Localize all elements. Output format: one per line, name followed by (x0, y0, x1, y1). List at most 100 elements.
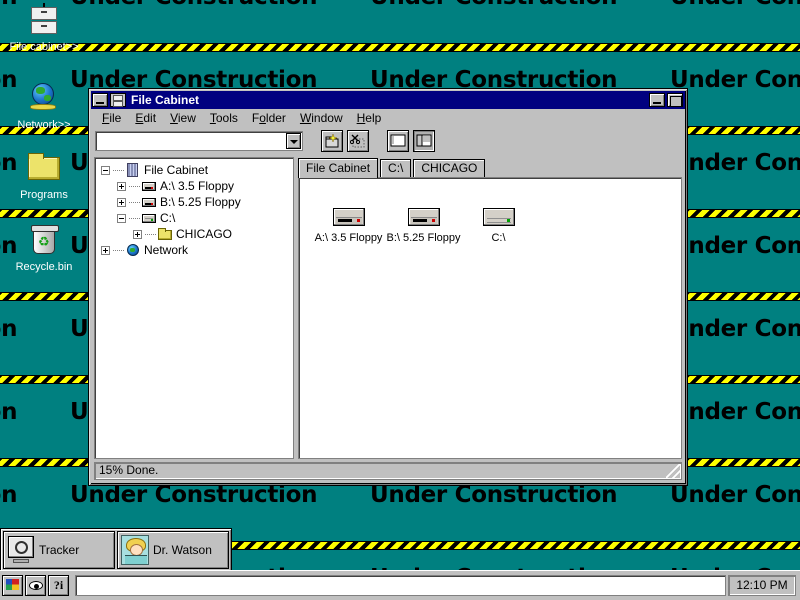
desktop-icon-label: Programs (0, 189, 88, 201)
tracker-monitor-icon (6, 535, 36, 565)
status-text: 15% Done. (99, 463, 158, 477)
start-flag-icon[interactable] (2, 575, 23, 596)
file-cabinet-icon (125, 163, 142, 177)
tree-item-a-3-5-floppy[interactable]: A:\ 3.5 Floppy (97, 178, 291, 194)
system-tray-bar[interactable]: ?i 12:10 PM (0, 570, 800, 600)
floppy-drive-icon (408, 208, 440, 226)
desktop-icon-programs[interactable]: Programs (0, 152, 88, 201)
wallpaper-text: Under Construction (670, 316, 800, 342)
tab-c[interactable]: C:\ (380, 159, 411, 177)
wallpaper-text: Under Construction (670, 399, 800, 425)
desktop-icon-file-cabinet[interactable]: File cabinet>> (0, 4, 88, 53)
desktop-icon-recycle-bin[interactable]: ♻Recycle.bin (0, 224, 88, 273)
hard-drive-icon (141, 211, 158, 225)
help-icon[interactable]: ?i (48, 575, 69, 596)
folder-tree-pane[interactable]: File CabinetA:\ 3.5 FloppyB:\ 5.25 Flopp… (94, 157, 294, 459)
expand-icon[interactable] (117, 198, 126, 207)
tree-connector (113, 250, 124, 251)
clock[interactable]: 12:10 PM (728, 575, 796, 596)
tray-input[interactable] (75, 575, 726, 596)
tree-item-b-5-25-floppy[interactable]: B:\ 5.25 Floppy (97, 194, 291, 210)
maximize-button[interactable] (667, 93, 683, 107)
expand-icon[interactable] (101, 246, 110, 255)
wallpaper-text: Under Construction (0, 399, 17, 425)
drive-icon-grid: A:\ 3.5 FloppyB:\ 5.25 FloppyC:\ (299, 178, 681, 245)
window-title: File Cabinet (131, 93, 649, 107)
menu-edit[interactable]: Edit (128, 109, 163, 127)
file-cabinet-icon (26, 4, 62, 38)
wallpaper-text: Under Construction (670, 233, 800, 259)
path-combo-box[interactable] (95, 131, 303, 151)
detail-view-button[interactable] (413, 130, 435, 152)
floppy-drive-icon (141, 195, 158, 209)
drive-item[interactable]: B:\ 5.25 Floppy (386, 208, 461, 245)
tree-item-network[interactable]: Network (97, 242, 291, 258)
file-cabinet-icon (110, 93, 126, 107)
menu-folder[interactable]: Folder (245, 109, 293, 127)
chevron-down-icon[interactable] (286, 133, 301, 149)
window-titlebar[interactable]: File Cabinet (91, 91, 685, 109)
resize-grip[interactable] (666, 464, 680, 478)
cut-button[interactable] (347, 130, 369, 152)
hard-drive-icon (483, 208, 515, 226)
globe-network-icon (26, 82, 62, 116)
expand-icon[interactable] (117, 182, 126, 191)
collapse-icon[interactable] (101, 166, 110, 175)
task-button-label: Dr. Watson (153, 543, 212, 557)
desktop-icon-network[interactable]: Network>> (0, 82, 88, 131)
wallpaper-text: Under Construction (670, 150, 800, 176)
task-button-tracker[interactable]: Tracker (3, 531, 115, 569)
drive-item[interactable]: A:\ 3.5 Floppy (311, 208, 386, 245)
tab-file-cabinet[interactable]: File Cabinet (298, 158, 378, 178)
menu-help[interactable]: Help (350, 109, 389, 127)
wallpaper-tile: Under ConstructionUnder ConstructionUnde… (0, 0, 800, 43)
content-pane: File CabinetC:\CHICAGO A:\ 3.5 FloppyB:\… (298, 157, 682, 459)
tree-item-chicago[interactable]: CHICAGO (97, 226, 291, 242)
wallpaper-text: Under Construction (670, 0, 800, 10)
dr-watson-icon (120, 535, 150, 565)
globe-network-icon (125, 243, 142, 257)
collapse-icon[interactable] (117, 214, 126, 223)
drive-list-pane[interactable]: A:\ 3.5 FloppyB:\ 5.25 FloppyC:\ (298, 177, 682, 459)
tree-connector (129, 186, 140, 187)
task-button-label: Tracker (39, 543, 79, 557)
folder-icon (26, 152, 62, 186)
wallpaper-text: Under Construction (670, 482, 800, 508)
new-folder-button[interactable] (321, 130, 343, 152)
tree-item-file-cabinet[interactable]: File Cabinet (97, 162, 291, 178)
tree-item-label: B:\ 5.25 Floppy (160, 195, 241, 209)
wallpaper-text: Under Construction (370, 0, 617, 10)
help-glyph: ?i (49, 576, 68, 595)
wallpaper-text: Under Construction (670, 67, 800, 93)
tree-item-c[interactable]: C:\ (97, 210, 291, 226)
menu-window[interactable]: Window (293, 109, 350, 127)
tree-connector (129, 218, 140, 219)
system-menu-button[interactable] (92, 93, 108, 107)
tab-chicago[interactable]: CHICAGO (413, 159, 485, 177)
drive-label: B:\ 5.25 Floppy (386, 232, 461, 245)
menu-file[interactable]: File (95, 109, 128, 127)
tree-connector (113, 170, 124, 171)
work-area: File CabinetA:\ 3.5 FloppyB:\ 5.25 Flopp… (91, 154, 685, 462)
hazard-stripe (0, 43, 800, 52)
floppy-drive-icon (333, 208, 365, 226)
wallpaper-text-row: Under ConstructionUnder ConstructionUnde… (0, 0, 800, 18)
menu-bar[interactable]: FileEditViewToolsFolderWindowHelp (91, 109, 685, 128)
tree-connector (145, 234, 156, 235)
expand-icon[interactable] (133, 230, 142, 239)
drive-item[interactable]: C:\ (461, 208, 536, 245)
menu-tools[interactable]: Tools (203, 109, 245, 127)
tab-strip[interactable]: File CabinetC:\CHICAGO (298, 157, 682, 177)
task-button-dr-watson[interactable]: Dr. Watson (117, 531, 229, 569)
desktop-icon-label: File cabinet>> (0, 41, 88, 53)
tree-item-label: C:\ (160, 211, 175, 225)
list-view-button[interactable] (387, 130, 409, 152)
menu-view[interactable]: View (163, 109, 203, 127)
toolbar[interactable] (91, 128, 685, 154)
tree-connector (129, 202, 140, 203)
minimize-button[interactable] (649, 93, 665, 107)
eye-icon[interactable] (25, 575, 46, 596)
desktop-icon-label: Network>> (0, 119, 88, 131)
task-button-row[interactable]: Tracker Dr. Watson (0, 528, 232, 572)
file-cabinet-window[interactable]: File Cabinet FileEditViewToolsFolderWind… (88, 88, 688, 486)
